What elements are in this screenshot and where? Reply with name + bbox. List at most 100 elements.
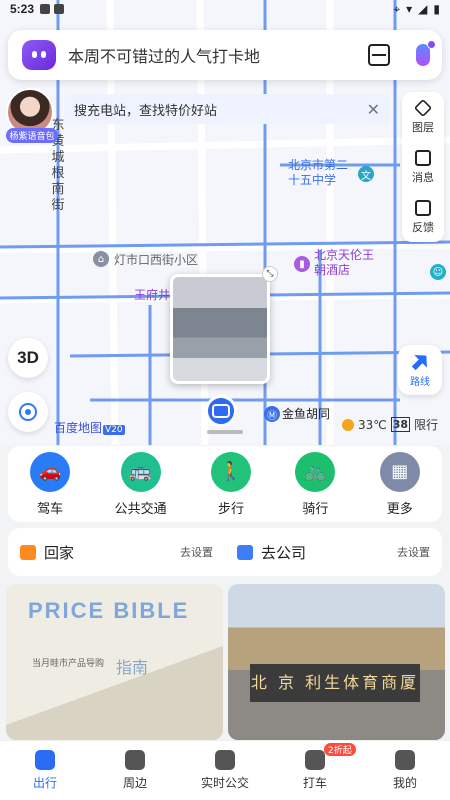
home-title: 回家 — [44, 543, 75, 562]
poi-residence[interactable]: 灯市口西街小区 — [114, 251, 198, 268]
tool-messages-label: 消息 — [412, 170, 434, 184]
logo-version: V20 — [103, 425, 125, 435]
nav-mine-label: 我的 — [392, 776, 417, 790]
search-bar[interactable]: 本周不可错过的人气打卡地 — [8, 30, 442, 80]
nearby-icon — [125, 750, 145, 770]
nav-travel[interactable]: 出行 — [0, 741, 90, 800]
nav-taxi[interactable]: 2折起 打车 — [270, 741, 360, 800]
gps-icon: ⌖ — [393, 1, 401, 16]
transport-modes: 🚗 驾车 🚌 公共交通 🚶 步行 🚲 骑行 ▦ 更多 — [8, 446, 442, 522]
tool-layers[interactable]: 图层 — [402, 92, 444, 142]
street-view-pin-icon[interactable] — [205, 395, 237, 427]
mode-bike-label: 骑行 — [302, 501, 329, 517]
home-setup-link[interactable]: 去设置 — [180, 544, 213, 560]
notification-icon — [40, 4, 51, 14]
ai-assistant-icon[interactable] — [22, 40, 56, 70]
card1-price-text: PRICE BIBLE — [28, 598, 190, 623]
3d-button[interactable]: 3D — [8, 338, 48, 378]
mode-bike[interactable]: 🚲 骑行 — [295, 451, 336, 517]
mode-walk[interactable]: 🚶 步行 — [210, 451, 251, 517]
locate-icon — [19, 403, 37, 421]
route-button[interactable]: 路线 — [398, 345, 442, 395]
card1-subtitle: 当月畦市产品导购 — [32, 659, 105, 669]
nav-taxi-label: 打车 — [302, 776, 327, 790]
temperature: 33℃ — [358, 417, 387, 432]
shortcut-company[interactable]: 去公司 去设置 — [225, 542, 442, 563]
hotel-icon: ▮ — [294, 256, 310, 272]
feed-card-sports-mall[interactable]: 北 京 利生体育商厦 — [228, 584, 445, 740]
briefcase-icon — [237, 544, 253, 560]
tool-messages[interactable]: 消息 — [402, 142, 444, 192]
battery-icon: ▮ — [433, 2, 440, 16]
metro-icon: Ⓜ — [264, 406, 280, 422]
nav-nearby-label: 周边 — [122, 776, 147, 790]
poi-hotel[interactable]: 北京天伦王朝酒店 — [314, 248, 374, 278]
shortcut-home[interactable]: 回家 去设置 — [8, 542, 225, 563]
card2-sign: 北 京 利生体育商厦 — [250, 664, 420, 702]
bus-realtime-icon — [215, 750, 235, 770]
route-label: 路线 — [410, 376, 430, 388]
status-time: 5:23 — [10, 2, 35, 16]
search-placeholder[interactable]: 本周不可错过的人气打卡地 — [68, 43, 368, 67]
logo-text: 百度地图 — [54, 421, 103, 435]
travel-icon — [35, 750, 55, 770]
mode-drive-label: 驾车 — [37, 501, 64, 517]
tool-feedback[interactable]: 反馈 — [402, 192, 444, 242]
voice-pack-avatar[interactable]: 杨紫语音包 — [6, 88, 58, 143]
mode-transit[interactable]: 🚌 公共交通 — [114, 451, 167, 517]
route-arrow-icon — [407, 349, 432, 374]
home-work-shortcuts: 回家 去设置 去公司 去设置 — [8, 528, 442, 576]
taxi-icon — [305, 750, 325, 770]
close-icon[interactable]: ✕ — [367, 100, 380, 119]
sun-icon — [342, 418, 354, 431]
residence-icon: ⌂ — [93, 251, 109, 267]
nav-bus[interactable]: 实时公交 — [180, 741, 270, 800]
school-icon: 文 — [358, 166, 374, 182]
nav-mine[interactable]: 我的 — [360, 741, 450, 800]
poi-hutong[interactable]: 金鱼胡同 — [282, 405, 330, 422]
mode-drive[interactable]: 🚗 驾车 — [30, 451, 71, 517]
car-icon: 🚗 — [30, 451, 71, 492]
profile-icon — [395, 750, 415, 770]
tool-feedback-label: 反馈 — [412, 220, 434, 234]
bus-icon: 🚌 — [120, 451, 161, 492]
map-tools-panel: 图层 消息 反馈 — [402, 92, 444, 242]
signal-icon: ◢ — [418, 2, 428, 16]
poi-school[interactable]: 北京市第二十五中学 — [288, 158, 354, 188]
collapse-photo-icon[interactable]: ⤡ — [262, 266, 278, 282]
nav-travel-label: 出行 — [32, 776, 57, 790]
tip-text: 搜充电站，查找特价好站 — [74, 103, 218, 119]
home-icon — [20, 544, 36, 560]
layers-icon — [413, 98, 433, 117]
locate-button[interactable] — [8, 392, 48, 432]
walk-icon: 🚶 — [210, 451, 251, 492]
baidu-map-logo: 百度地图 V20 — [54, 419, 125, 436]
limit-text: 限行 — [414, 418, 439, 432]
location-status-icon — [54, 4, 65, 14]
feedback-icon — [415, 199, 431, 216]
bike-icon: 🚲 — [295, 451, 336, 492]
bottom-navigation: 出行 周边 实时公交 2折起 打车 我的 — [0, 740, 450, 800]
taxi-discount-badge: 2折起 — [324, 743, 356, 756]
weather-limit-widget[interactable]: 33℃ 38 限行 — [342, 416, 438, 433]
voice-mic-icon[interactable] — [416, 40, 436, 66]
panel-drag-handle[interactable] — [207, 430, 243, 434]
card1-guide: 指南 — [116, 658, 149, 677]
company-setup-link[interactable]: 去设置 — [397, 544, 430, 560]
face-poi-icon: ☺ — [430, 264, 446, 280]
scan-icon[interactable] — [368, 44, 390, 66]
message-icon — [415, 149, 431, 166]
tool-layers-label: 图层 — [412, 120, 434, 134]
nav-nearby[interactable]: 周边 — [90, 741, 180, 800]
mic-badge — [427, 40, 436, 49]
mode-more[interactable]: ▦ 更多 — [379, 451, 420, 517]
poi-wangfujing[interactable]: 王府井 — [134, 286, 170, 303]
street-view-photo[interactable] — [170, 274, 270, 384]
charging-tip-banner[interactable]: 搜充电站，查找特价好站 ✕ — [64, 94, 390, 124]
nav-bus-label: 实时公交 — [200, 776, 249, 790]
mode-transit-label: 公共交通 — [114, 501, 167, 517]
limit-numbers: 38 — [390, 417, 411, 432]
mode-more-label: 更多 — [386, 501, 413, 517]
avatar-label: 杨紫语音包 — [6, 128, 58, 143]
feed-card-price-bible[interactable]: PRICE BIBLE 当月畦市产品导购 指南 — [6, 584, 223, 740]
